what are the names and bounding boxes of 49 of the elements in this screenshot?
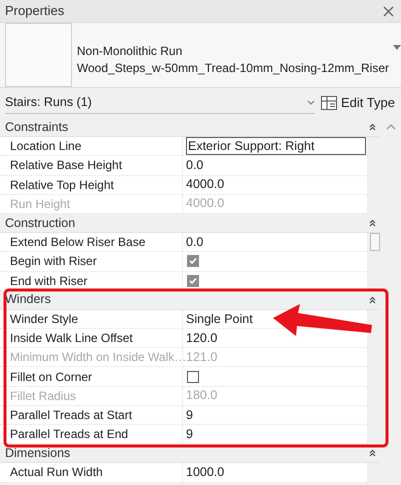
property-label: Inside Walk Line Offset: [10, 330, 133, 348]
value-field[interactable]: Exterior Support: Right: [186, 137, 366, 156]
dropdown-icon[interactable]: [393, 44, 401, 50]
close-icon[interactable]: [383, 6, 394, 16]
collapse-icon[interactable]: [369, 219, 376, 228]
property-label: Fillet on Corner: [10, 368, 92, 386]
property-value[interactable]: 0.0: [186, 232, 204, 252]
scroll-up-icon[interactable]: [386, 124, 396, 130]
panel-title: Properties: [5, 2, 64, 20]
property-value[interactable]: 120.0: [186, 328, 218, 348]
property-label: Parallel Treads at Start: [10, 406, 132, 424]
type-name: Wood_Steps_w-50mm_Tread-10mm_Nosing-12mm_Riser: [76, 60, 390, 77]
property-value[interactable]: Single Point: [186, 310, 253, 328]
family-name: Non-Monolithic Run: [76, 43, 184, 60]
group-title: Construction: [5, 214, 76, 232]
property-label: Minimum Width on Inside Walk…: [10, 349, 186, 366]
property-label: Relative Base Height: [10, 157, 122, 174]
group-title: Constraints: [5, 118, 68, 136]
property-label: Actual Run Width: [10, 464, 103, 482]
edit-type-icon: [321, 96, 337, 110]
property-label: Extend Below Riser Base: [10, 234, 146, 252]
group-title: Winders: [5, 291, 51, 308]
instance-filter-dropdown[interactable]: Stairs: Runs (1): [5, 92, 315, 114]
property-label: Parallel Treads at End: [10, 426, 128, 444]
checkbox[interactable]: [187, 370, 199, 383]
collapse-icon[interactable]: [369, 123, 376, 132]
property-label: Begin with Riser: [10, 253, 97, 270]
collapse-icon[interactable]: [369, 449, 376, 458]
property-label: End with Riser: [10, 272, 88, 290]
property-value[interactable]: 9: [186, 424, 193, 444]
property-label: Fillet Radius: [10, 388, 76, 405]
property-value[interactable]: 1000.0: [186, 463, 224, 482]
chevron-icon: [307, 100, 315, 105]
property-label: Relative Top Height: [10, 176, 114, 194]
edit-type-button[interactable]: Edit Type: [321, 93, 395, 113]
checkbox[interactable]: [187, 255, 199, 268]
group-header[interactable]: Winders: [0, 290, 380, 310]
property-label: Location Line: [10, 138, 82, 156]
checkbox[interactable]: [187, 274, 199, 287]
property-label: Run Height: [10, 196, 70, 213]
property-value[interactable]: 9: [186, 406, 193, 424]
group-title: Dimensions: [5, 444, 70, 462]
type-thumbnail: [5, 23, 72, 87]
type-selector[interactable]: Non-Monolithic Run Wood_Steps_w-50mm_Tread-10mm_Nosing-12mm_Riser: [0, 22, 401, 88]
collapse-icon[interactable]: [369, 296, 376, 304]
property-label: Winder Style: [10, 310, 78, 328]
scrollbar-thumb[interactable]: [370, 233, 380, 251]
property-value[interactable]: 0.0: [186, 156, 204, 175]
property-value[interactable]: 4000.0: [186, 175, 224, 194]
